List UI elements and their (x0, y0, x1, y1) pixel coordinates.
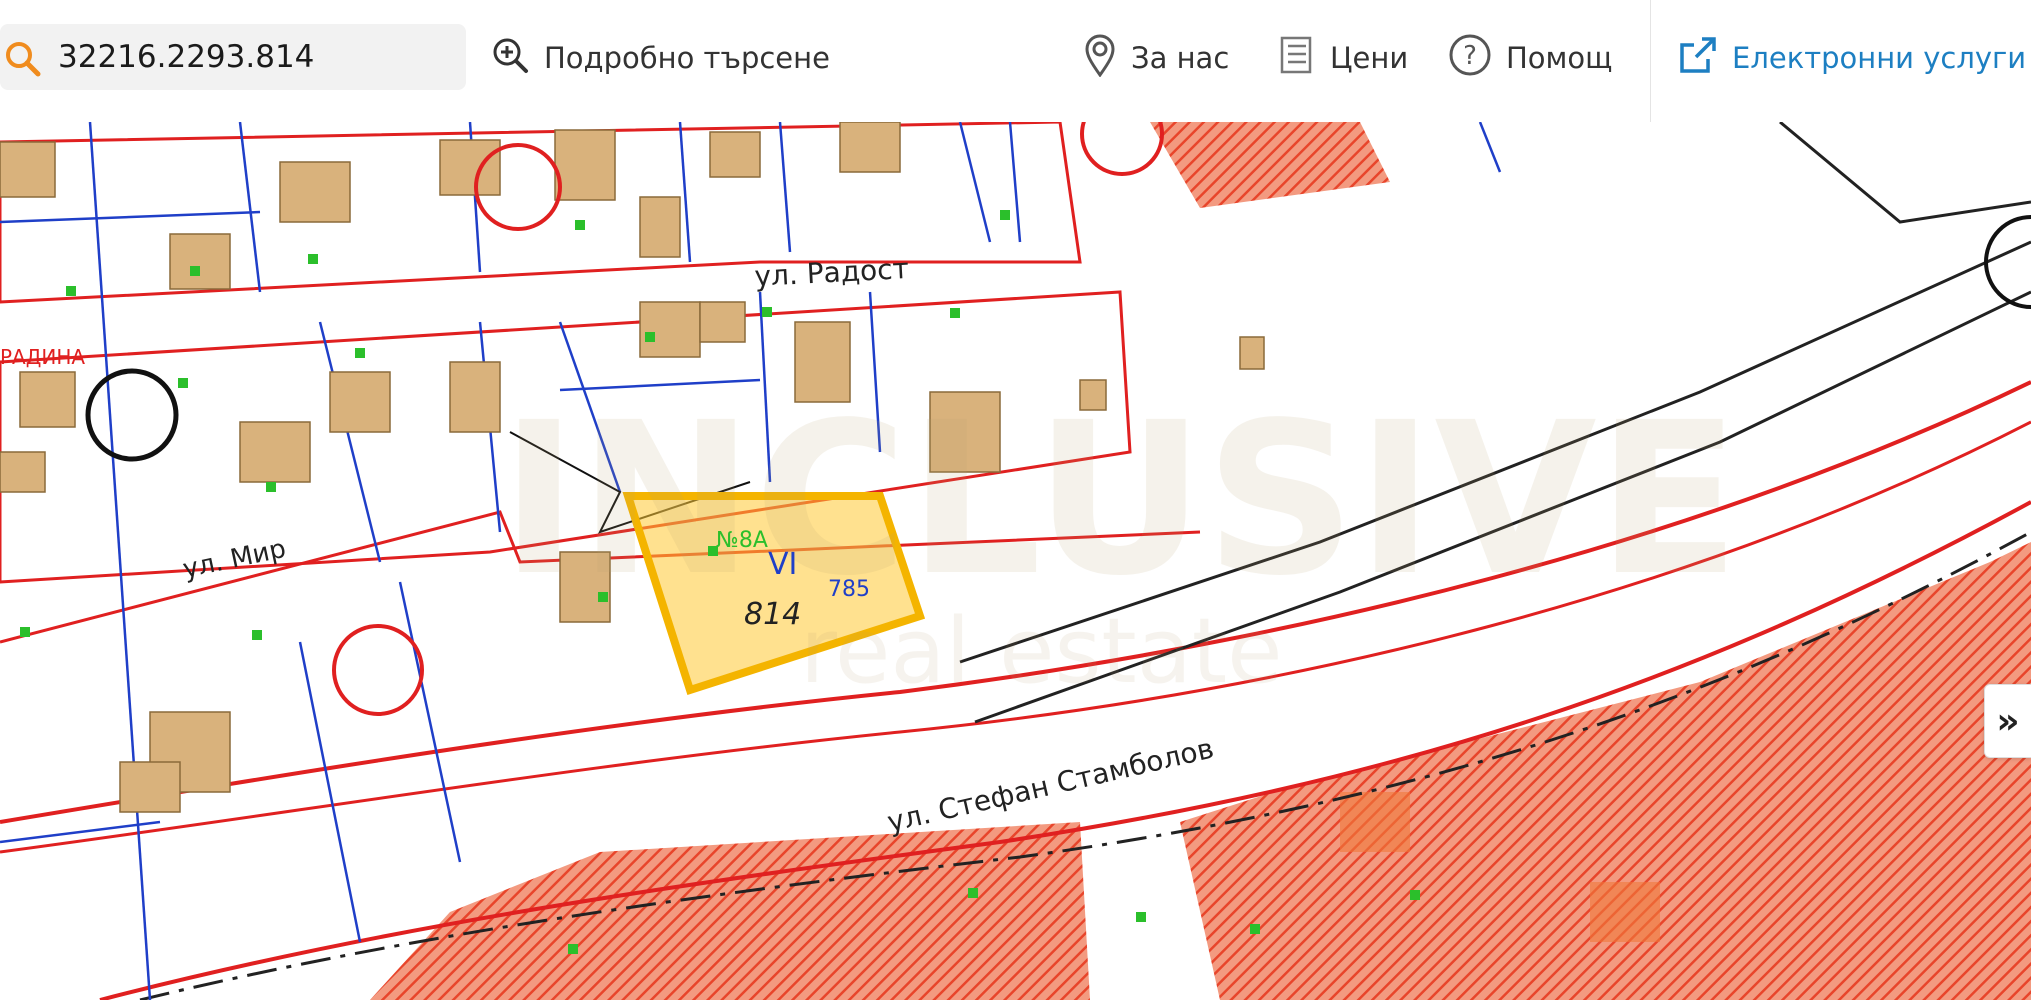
about-label: За нас (1131, 41, 1230, 75)
selected-parcel-ref: 785 (828, 577, 870, 602)
prices-label: Цени (1330, 41, 1409, 75)
eservices-label: Електронни услуги (1732, 41, 2027, 75)
zoom-search-icon (490, 35, 544, 82)
eservices-link[interactable]: Електронни услуги (1678, 28, 2026, 88)
location-pin-icon (1083, 33, 1131, 84)
external-link-icon (1678, 35, 1732, 82)
price-list-icon (1276, 35, 1330, 82)
road-edge (1779, 122, 2031, 224)
building (1340, 792, 1410, 852)
selected-parcel-roman: VI (768, 547, 797, 582)
marker-circle (1080, 122, 1164, 176)
about-link[interactable]: За нас (1083, 28, 1229, 88)
marker-circle (1984, 215, 2031, 309)
street-name: РАДИНА (0, 345, 85, 369)
street-name: ул. Радост (754, 252, 910, 293)
hatched-zone (1150, 122, 1390, 208)
hatched-zone (370, 822, 1090, 1000)
advanced-search-label: Подробно търсене (544, 41, 830, 75)
help-label: Помощ (1506, 41, 1613, 75)
map-canvas[interactable]: INCLUSIVE real estate ул. Радост ул. Мир… (0, 122, 2031, 1000)
marker-circle (332, 624, 424, 716)
watermark-tagline: real estate (800, 599, 1283, 704)
search-box[interactable]: 32216.2293.814 (0, 24, 466, 90)
top-bar: 32216.2293.814 Подробно търсене За нас Ц… (0, 0, 2031, 123)
street-name: ул. Мир (180, 534, 288, 585)
question-circle-icon: ? (1448, 33, 1506, 84)
help-link[interactable]: ? Помощ (1448, 28, 1612, 88)
street-name: ул. Стефан Стамболов (884, 732, 1217, 839)
nav-divider (1650, 0, 1651, 122)
advanced-search-link[interactable]: Подробно търсене (490, 28, 830, 88)
building (1590, 882, 1660, 942)
expand-panel-button[interactable]: » (1984, 684, 2031, 758)
selected-parcel-number: 814 (744, 597, 801, 632)
watermark-brand: INCLUSIVE (500, 377, 1740, 622)
cadastral-map[interactable]: INCLUSIVE real estate ул. Радост ул. Мир… (0, 122, 2031, 1000)
search-icon[interactable] (2, 38, 42, 78)
selected-parcel-address: №8А (716, 528, 768, 553)
prices-link[interactable]: Цени (1276, 28, 1408, 88)
marker-circle (85, 368, 179, 462)
search-input[interactable]: 32216.2293.814 (58, 24, 314, 90)
svg-text:?: ? (1463, 41, 1477, 71)
